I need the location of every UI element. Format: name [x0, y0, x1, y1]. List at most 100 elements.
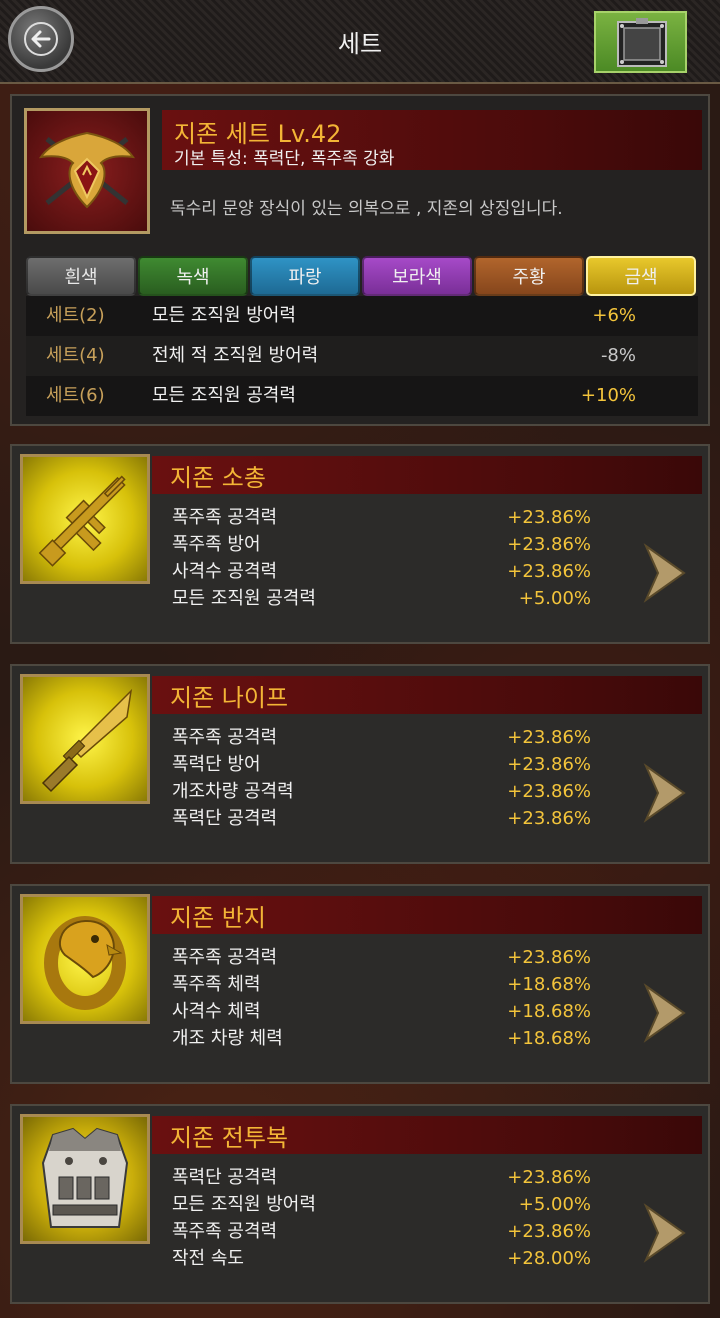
item-stat-name: 폭주족 공격력	[172, 727, 278, 748]
item-stat-name: 개조차량 공격력	[172, 781, 294, 802]
item-stat-name: 모든 조직원 공격력	[172, 588, 316, 609]
item-stat-name: 폭주족 공격력	[172, 947, 278, 968]
set-bonus-value: -8%	[600, 345, 636, 366]
item-stat-row: 모든 조직원 공격력 +5.00%	[172, 585, 612, 612]
item-title-bar: 지존 반지	[152, 896, 702, 934]
item-stat-row: 개조 차량 체력 +18.68%	[172, 1025, 612, 1052]
item-stat-value: +23.86%	[507, 507, 591, 528]
item-stat-value: +23.86%	[507, 808, 591, 829]
set-bonus-value: +10%	[580, 385, 636, 406]
chevron-right-icon[interactable]	[642, 542, 688, 604]
item-stat-name: 폭력단 공격력	[172, 1167, 278, 1188]
item-stat-name: 폭주족 공격력	[172, 507, 278, 528]
set-title-bar: 지존 세트 Lv.42 기본 특성: 폭력단, 폭주족 강화	[162, 110, 702, 170]
item-stat-row: 폭력단 방어 +23.86%	[172, 751, 612, 778]
item-stat-value: +5.00%	[518, 1194, 591, 1215]
item-stat-row: 폭주족 공격력 +23.86%	[172, 504, 612, 531]
item-stat-row: 사격수 체력 +18.68%	[172, 998, 612, 1025]
item-stat-row: 폭주족 공격력 +23.86%	[172, 944, 612, 971]
item-icon-frame	[20, 674, 150, 804]
item-stat-row: 작전 속도 +28.00%	[172, 1245, 612, 1272]
item-stat-row: 모든 조직원 방어력 +5.00%	[172, 1191, 612, 1218]
item-stat-name: 개조 차량 체력	[172, 1028, 283, 1049]
item-stat-name: 폭주족 공격력	[172, 1221, 278, 1242]
set-info-panel: 지존 세트 Lv.42 기본 특성: 폭력단, 폭주족 강화 독수리 문양 장식…	[10, 94, 710, 426]
item-stat-row: 폭주족 공격력 +23.86%	[172, 724, 612, 751]
tab-orange[interactable]: 주황	[474, 256, 584, 296]
item-stat-value: +23.86%	[507, 754, 591, 775]
item-stat-name: 폭주족 방어	[172, 534, 261, 555]
set-description: 독수리 문양 장식이 있는 의복으로 , 지존의 상징입니다.	[170, 199, 563, 219]
gold-eagle-ring-icon	[44, 916, 126, 1010]
item-stat-value: +23.86%	[507, 561, 591, 582]
item-stat-value: +18.68%	[507, 1028, 591, 1049]
set-bonus-row: 세트(4) 전체 적 조직원 방어력 -8%	[26, 336, 698, 376]
item-card-combat-suit[interactable]: 지존 전투복 폭력단 공격력 +23.86% 모든 조직원 방어력 +5.00%…	[10, 1104, 710, 1304]
item-stat-value: +5.00%	[518, 588, 591, 609]
chevron-right-icon[interactable]	[642, 1202, 688, 1264]
combat-vest-icon	[41, 1127, 129, 1228]
item-name: 지존 소총	[170, 464, 266, 492]
set-bonus-row: 세트(2) 모든 조직원 방어력 +6%	[26, 296, 698, 336]
item-icon-frame	[20, 1114, 150, 1244]
item-stat-row: 폭력단 공격력 +23.86%	[172, 805, 612, 832]
item-stat-name: 사격수 공격력	[172, 561, 278, 582]
item-stat-name: 폭주족 체력	[172, 974, 261, 995]
chevron-right-icon[interactable]	[642, 762, 688, 824]
storage-box-button[interactable]	[594, 11, 687, 73]
set-bonus-value: +6%	[592, 305, 636, 326]
eagle-crest-icon	[38, 131, 136, 209]
item-stat-value: +23.86%	[507, 1221, 591, 1242]
item-stat-value: +23.86%	[507, 534, 591, 555]
item-stat-row: 폭주족 공격력 +23.86%	[172, 1218, 612, 1245]
item-stat-name: 폭력단 방어	[172, 754, 261, 775]
item-stat-row: 사격수 공격력 +23.86%	[172, 558, 612, 585]
item-stat-name: 모든 조직원 방어력	[172, 1194, 316, 1215]
tab-blue[interactable]: 파랑	[250, 256, 360, 296]
tab-purple[interactable]: 보라색	[362, 256, 472, 296]
gold-knife-icon	[41, 688, 133, 793]
chevron-right-icon[interactable]	[642, 982, 688, 1044]
item-stat-row: 폭주족 방어 +23.86%	[172, 531, 612, 558]
set-bonus-row: 세트(6) 모든 조직원 공격력 +10%	[26, 376, 698, 416]
item-stat-row: 폭력단 공격력 +23.86%	[172, 1164, 612, 1191]
item-stat-name: 폭력단 공격력	[172, 808, 278, 829]
item-title-bar: 지존 소총	[152, 456, 702, 494]
item-icon-frame	[20, 454, 150, 584]
item-stat-row: 개조차량 공격력 +23.86%	[172, 778, 612, 805]
flight-case-icon	[617, 18, 667, 67]
item-name: 지존 반지	[170, 904, 266, 932]
item-name: 지존 전투복	[170, 1124, 289, 1152]
gold-rifle-icon	[38, 475, 126, 567]
set-bonus-label: 세트(2)	[46, 305, 105, 326]
item-stat-value: +23.86%	[507, 727, 591, 748]
tab-green[interactable]: 녹색	[138, 256, 248, 296]
set-bonus-label: 세트(4)	[46, 345, 105, 366]
item-card-knife[interactable]: 지존 나이프 폭주족 공격력 +23.86% 폭력단 방어 +23.86% 개조…	[10, 664, 710, 864]
set-emblem	[24, 108, 150, 234]
item-stat-name: 작전 속도	[172, 1248, 244, 1269]
set-bonus-stat: 모든 조직원 공격력	[152, 385, 296, 406]
item-stat-value: +23.86%	[507, 947, 591, 968]
item-icon-frame	[20, 894, 150, 1024]
item-name: 지존 나이프	[170, 684, 289, 712]
item-card-rifle[interactable]: 지존 소총 폭주족 공격력 +23.86% 폭주족 방어 +23.86% 사격수…	[10, 444, 710, 644]
item-stat-value: +18.68%	[507, 974, 591, 995]
set-bonus-stat: 전체 적 조직원 방어력	[152, 345, 319, 366]
item-stat-value: +23.86%	[507, 781, 591, 802]
top-bar: 세트	[0, 0, 720, 84]
item-title-bar: 지존 전투복	[152, 1116, 702, 1154]
grade-tabs: 흰색 녹색 파랑 보라색 주황 금색	[26, 256, 698, 296]
item-card-ring[interactable]: 지존 반지 폭주족 공격력 +23.86% 폭주족 체력 +18.68% 사격수…	[10, 884, 710, 1084]
set-bonus-label: 세트(6)	[46, 385, 105, 406]
set-base-trait: 기본 특성: 폭력단, 폭주족 강화	[174, 149, 395, 169]
item-title-bar: 지존 나이프	[152, 676, 702, 714]
item-stat-row: 폭주족 체력 +18.68%	[172, 971, 612, 998]
item-stat-name: 사격수 체력	[172, 1001, 261, 1022]
tab-white[interactable]: 흰색	[26, 256, 136, 296]
tab-gold[interactable]: 금색	[586, 256, 696, 296]
item-stat-value: +23.86%	[507, 1167, 591, 1188]
item-stat-value: +28.00%	[507, 1248, 591, 1269]
set-bonus-stat: 모든 조직원 방어력	[152, 305, 296, 326]
item-stat-value: +18.68%	[507, 1001, 591, 1022]
